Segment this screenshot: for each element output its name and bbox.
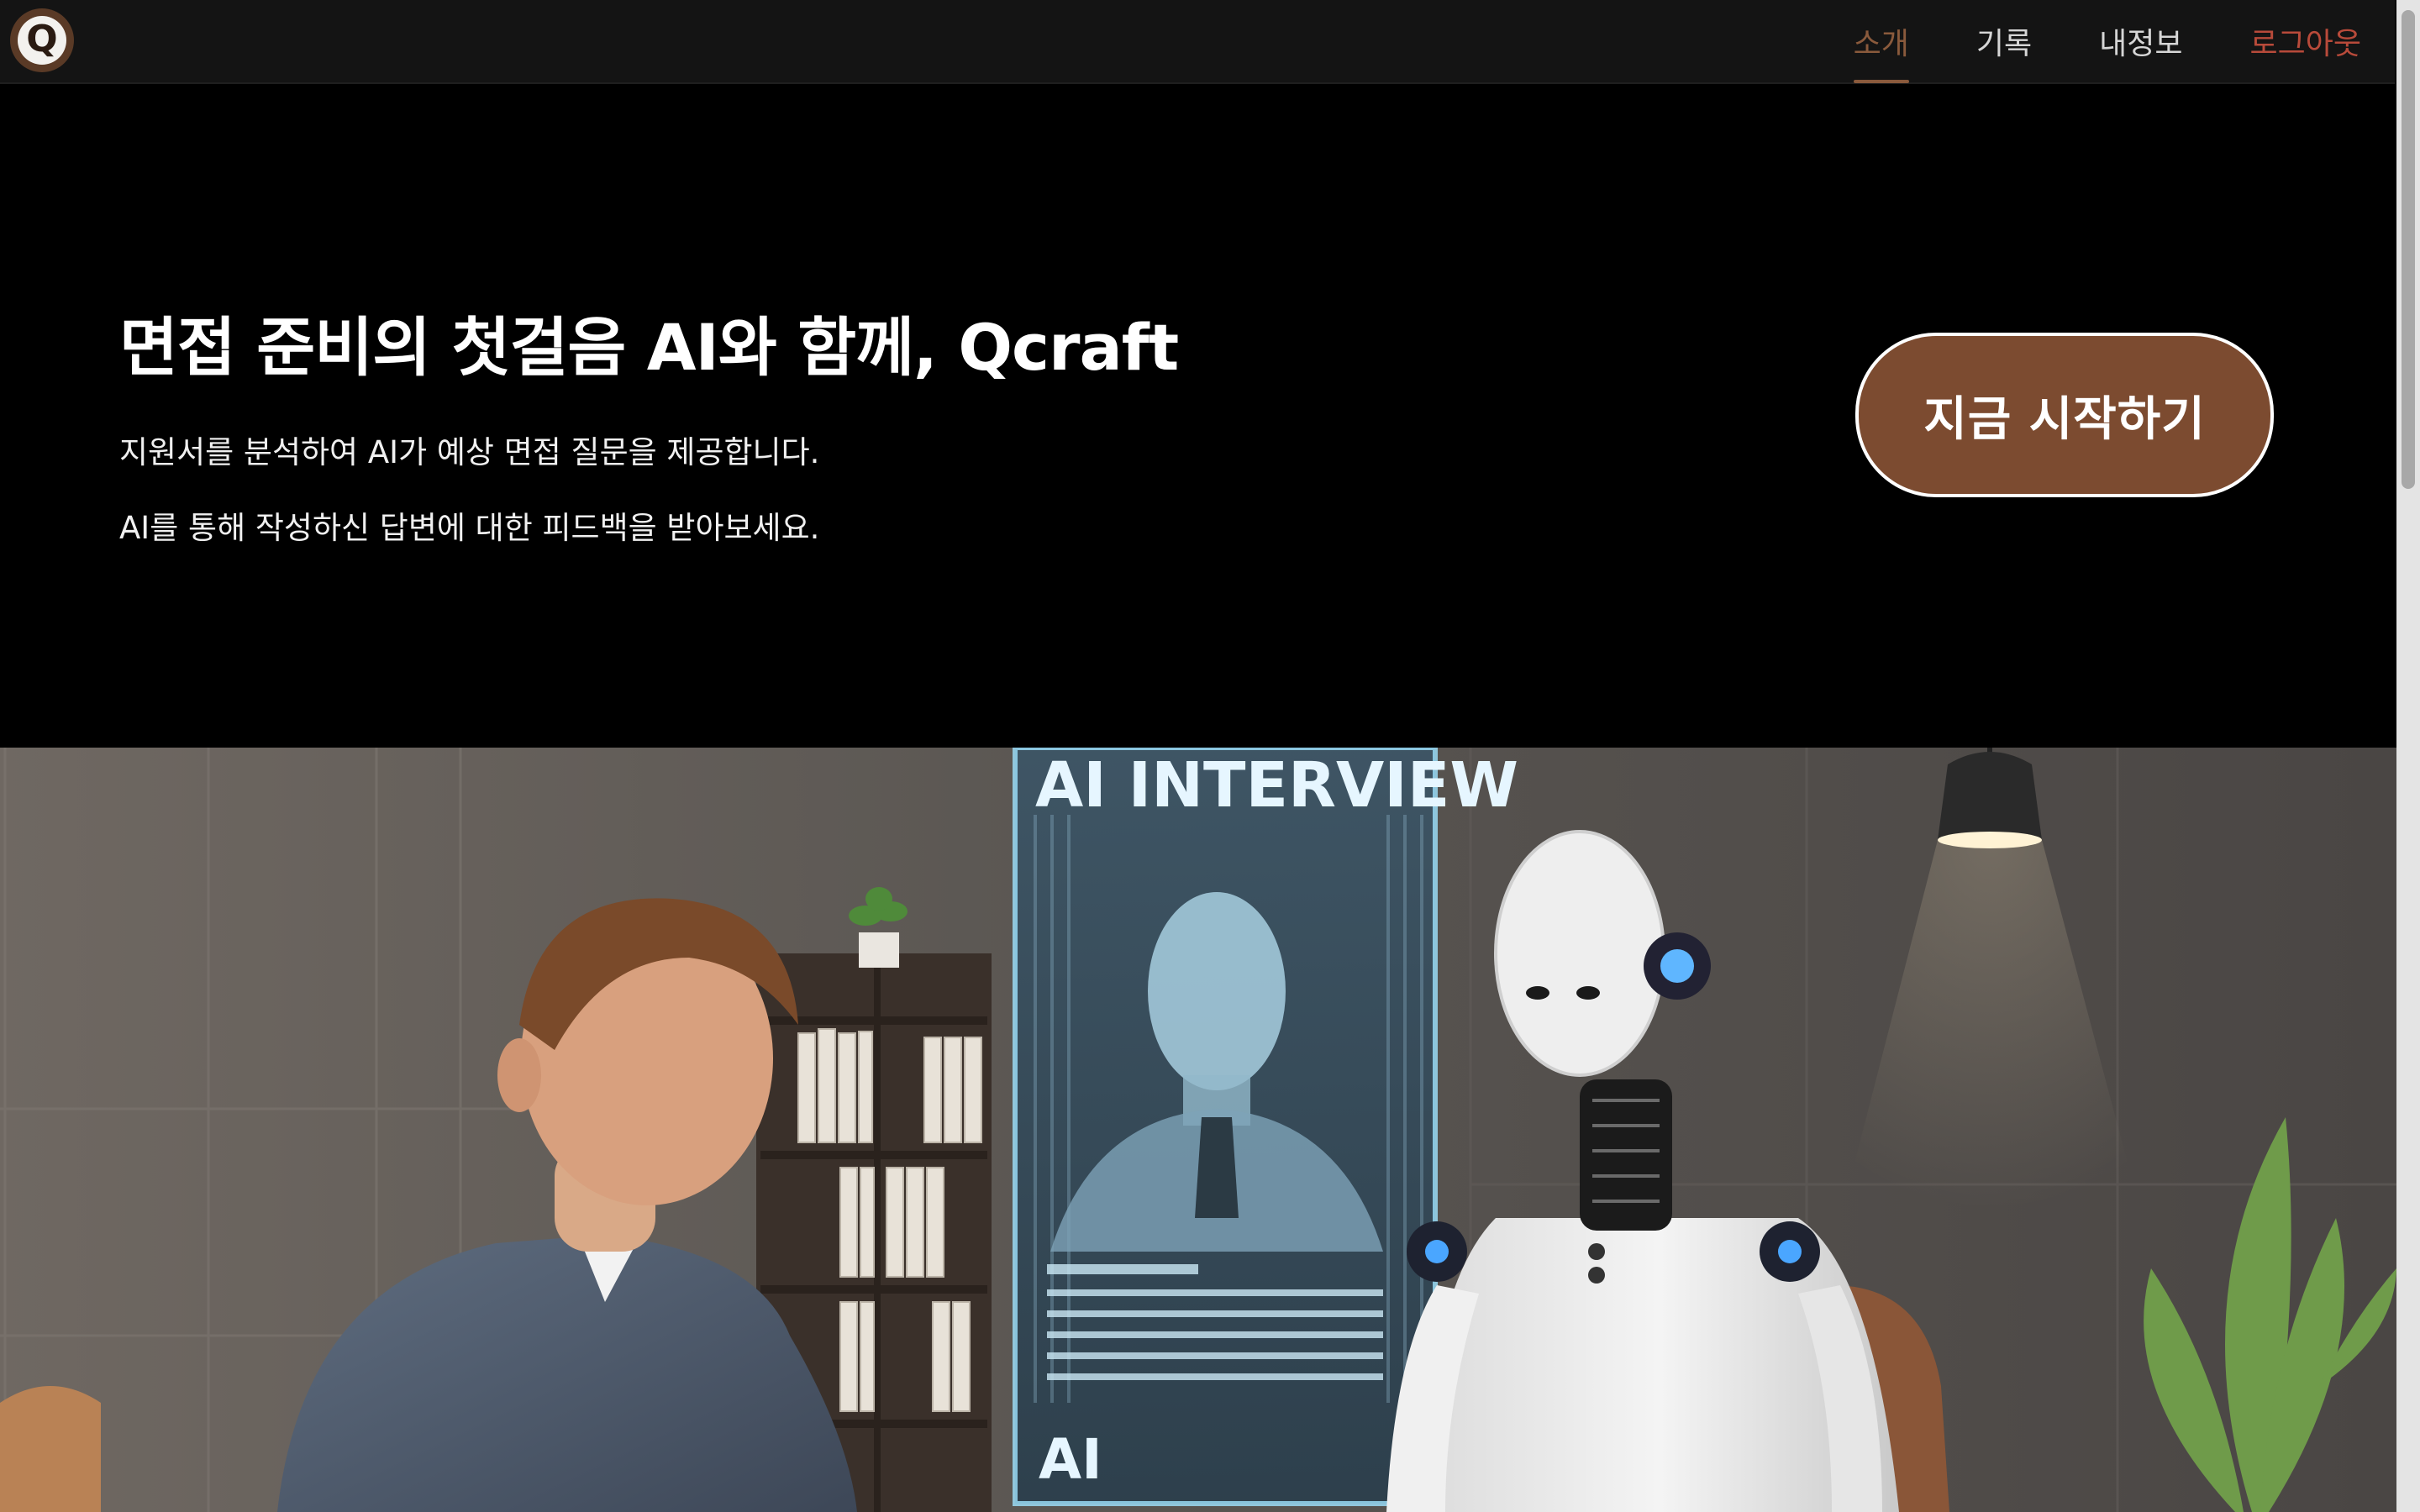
nav-links: 소개 기록 내정보 로그아웃: [1786, 0, 2361, 83]
ai-interview-illustration: AI INTERVIEW AI: [0, 748, 2396, 1512]
hologram-footer: AI: [1039, 1427, 1102, 1492]
nav-item-logout[interactable]: 로그아웃: [2250, 14, 2361, 68]
vertical-scrollbar[interactable]: [2396, 0, 2420, 1512]
top-navbar: Q 소개 기록 내정보 로그아웃: [0, 0, 2395, 84]
qcraft-logo[interactable]: Q: [10, 8, 74, 72]
start-now-button[interactable]: 지금 시작하기: [1855, 333, 2274, 497]
logo-badge: Q: [18, 16, 66, 65]
hero-description-1: 지원서를 분석하여 AI가 예상 면접 질문을 제공합니다.: [119, 434, 820, 470]
hero-description-2: AI를 통해 작성하신 답변에 대한 피드백을 받아보세요.: [119, 510, 820, 546]
page: Q 소개 기록 내정보 로그아웃 면접 준비의 첫걸음 AI와 함께, Qcra…: [0, 0, 2420, 1512]
nav-item-history[interactable]: 기록: [1976, 14, 2032, 68]
nav-item-my-info[interactable]: 내정보: [2099, 14, 2182, 68]
nav-item-intro[interactable]: 소개: [1853, 14, 1910, 83]
logo-letter: Q: [26, 18, 58, 60]
scrollbar-thumb[interactable]: [2402, 10, 2415, 489]
hero-title: 면접 준비의 첫걸음 AI와 함께, Qcraft: [119, 310, 1179, 385]
hologram-title: AI INTERVIEW: [1035, 749, 1518, 822]
